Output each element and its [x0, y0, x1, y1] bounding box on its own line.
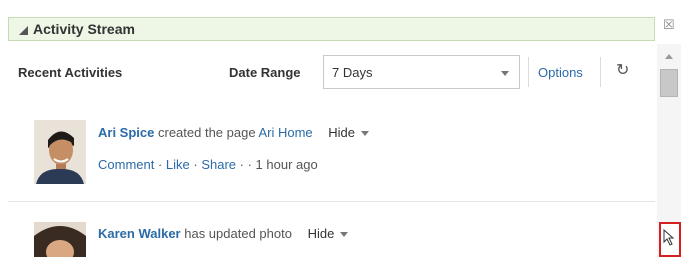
panel-header: Activity Stream	[8, 17, 655, 41]
feed-item-summary: Karen Walker has updated photo Hide	[98, 226, 349, 241]
hide-button[interactable]: Hide	[308, 226, 349, 241]
refresh-icon[interactable]: ↻	[616, 60, 629, 80]
avatar-karen-walker-icon	[34, 222, 86, 257]
scroll-up-icon[interactable]	[665, 54, 673, 59]
avatar[interactable]	[34, 222, 86, 257]
close-icon[interactable]: ☒	[663, 18, 675, 31]
hide-label: Hide	[307, 226, 335, 241]
chevron-down-icon	[361, 131, 370, 137]
scroll-thumb[interactable]	[660, 69, 678, 97]
activity-action: has updated photo	[184, 226, 292, 241]
avatar-ari-spice-icon	[34, 120, 86, 184]
collapse-triangle-icon[interactable]	[19, 26, 28, 35]
comment-link[interactable]: Comment	[98, 157, 154, 172]
timestamp: 1 hour ago	[255, 157, 318, 172]
panel-title: Activity Stream	[33, 21, 135, 37]
hide-label: Hide	[328, 125, 356, 140]
activity-action: created the page	[157, 125, 256, 140]
avatar[interactable]	[34, 120, 86, 184]
feed-item-actions: Comment · Like · Share · · 1 hour ago	[98, 157, 318, 172]
like-link[interactable]: Like	[166, 157, 190, 172]
separator-dot: ·	[154, 157, 166, 172]
toolbar-divider	[528, 57, 529, 87]
feed-item-summary: Ari Spice created the page Ari Home Hide	[98, 125, 370, 140]
recent-activities-label: Recent Activities	[18, 65, 123, 80]
chevron-down-icon	[501, 71, 509, 76]
options-button[interactable]: Options	[538, 65, 583, 80]
separator-dot: · ·	[236, 157, 256, 172]
date-range-value: 7 Days	[332, 65, 373, 80]
author-link[interactable]: Karen Walker	[98, 226, 181, 241]
toolbar-divider	[600, 57, 601, 87]
feed-divider	[8, 201, 655, 202]
date-range-select[interactable]: 7 Days	[323, 55, 520, 89]
resize-cursor-icon[interactable]	[659, 222, 681, 257]
separator-dot: ·	[189, 157, 202, 172]
chevron-down-icon	[340, 232, 349, 238]
share-link[interactable]: Share	[201, 157, 236, 172]
hide-button[interactable]: Hide	[328, 125, 370, 140]
date-range-label: Date Range	[229, 65, 301, 80]
author-link[interactable]: Ari Spice	[98, 125, 154, 140]
page-link[interactable]: Ari Home	[258, 125, 312, 140]
